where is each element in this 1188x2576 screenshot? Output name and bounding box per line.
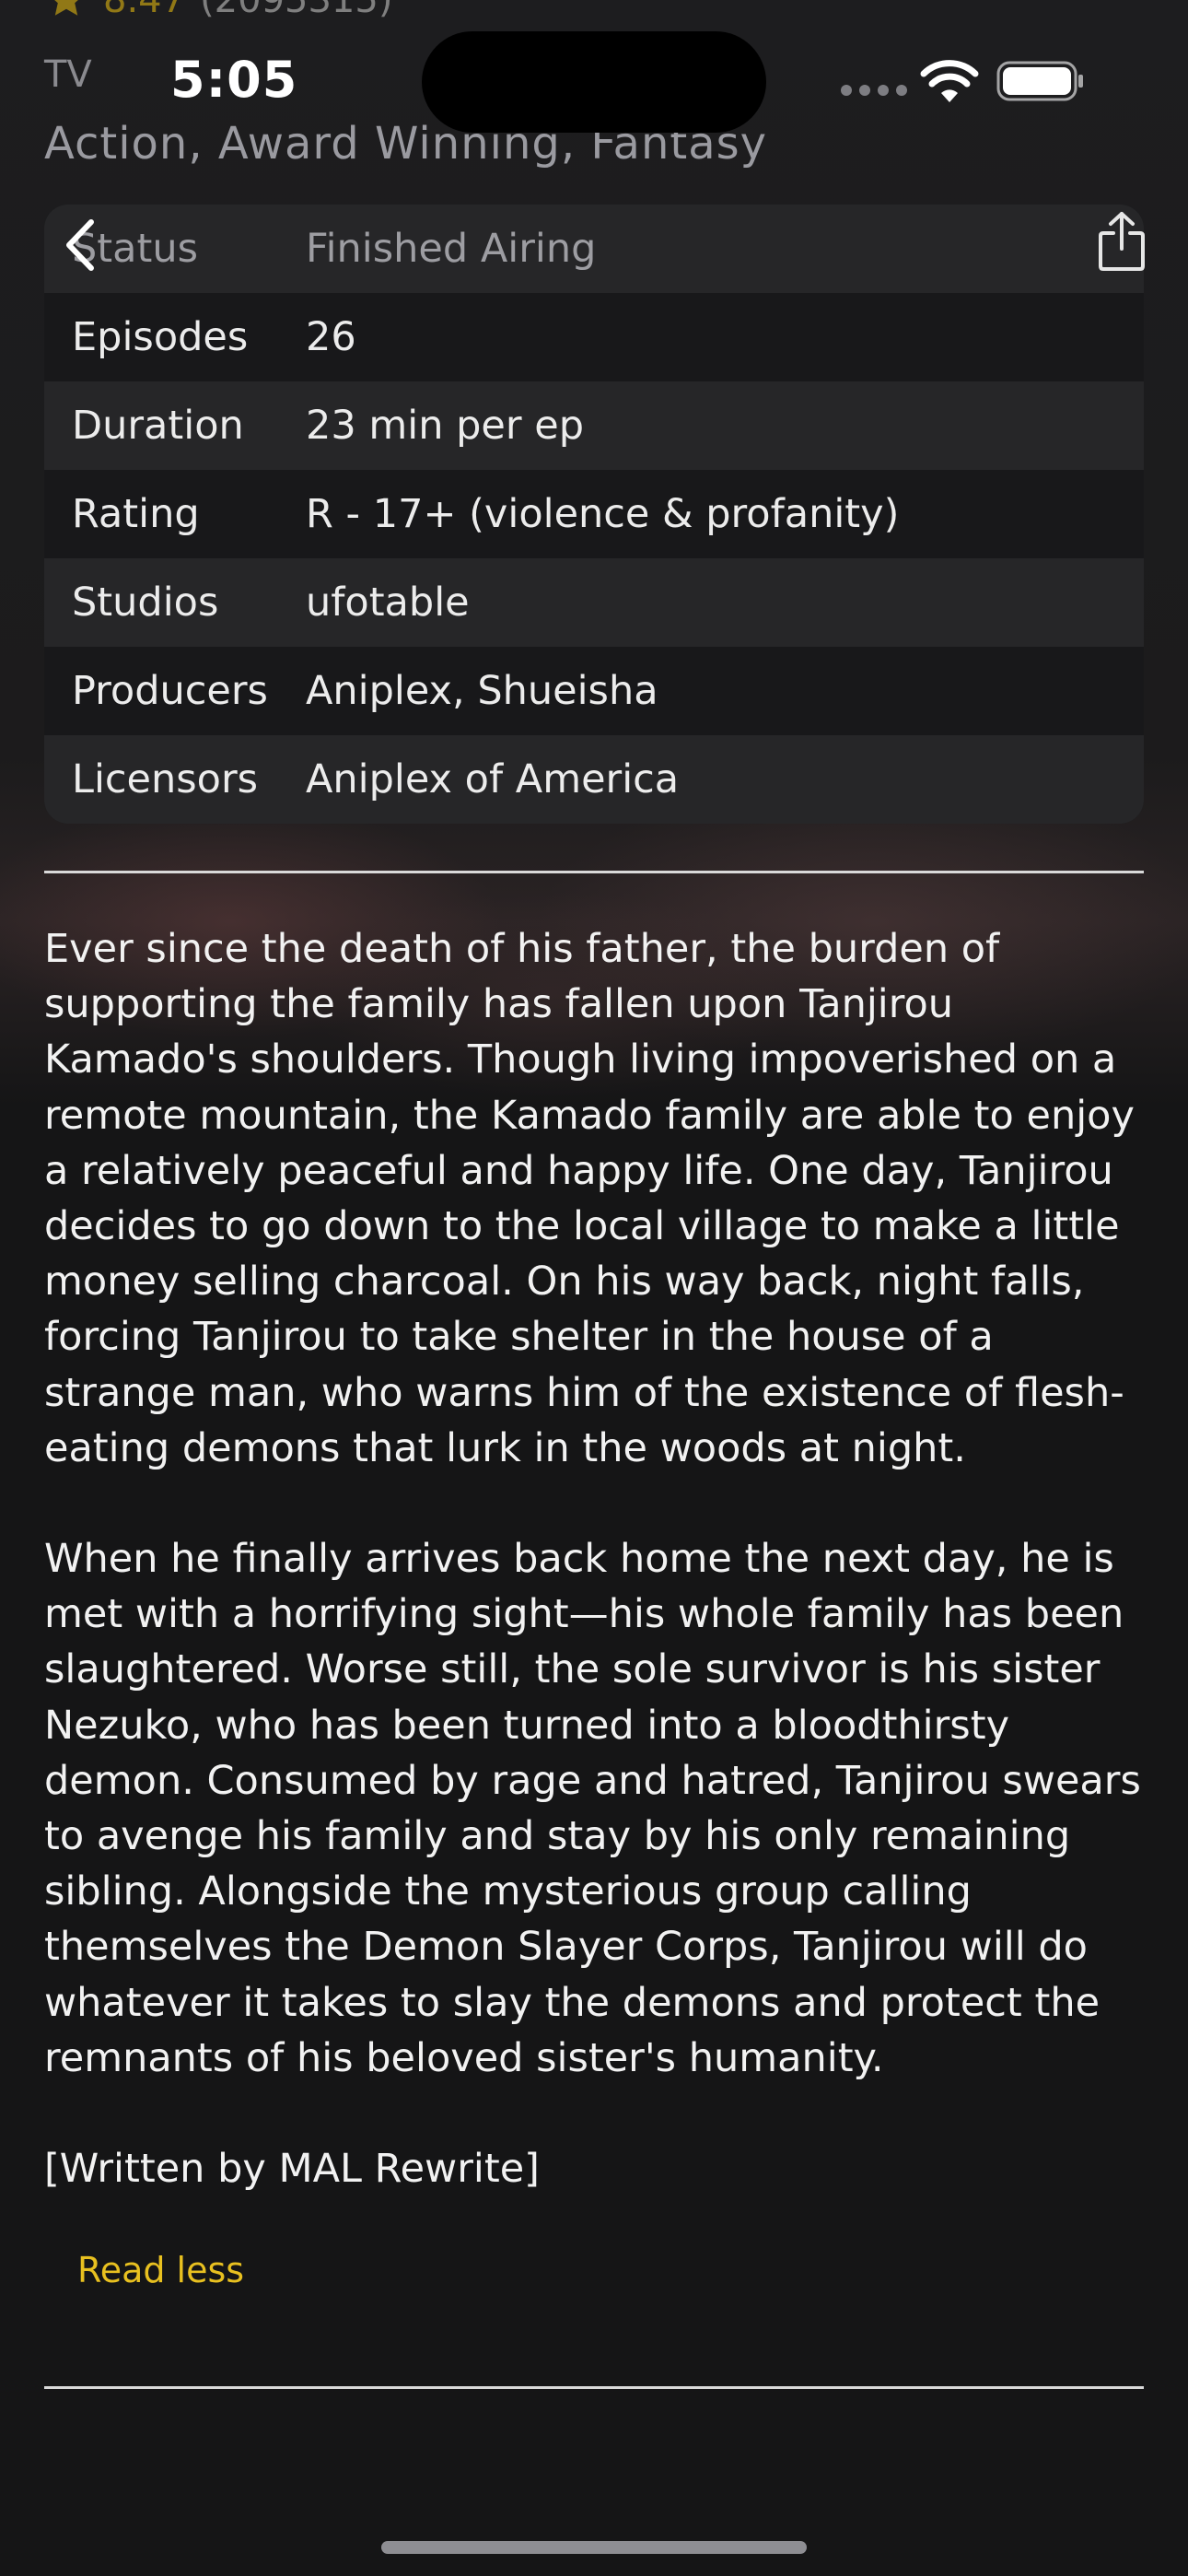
- section-divider: [44, 871, 1144, 873]
- share-icon: [1099, 212, 1145, 271]
- info-row-rating: Rating R - 17+ (violence & profanity): [44, 470, 1144, 558]
- info-row-status: Status Finished Airing: [44, 205, 1144, 293]
- section-divider: [44, 2386, 1144, 2389]
- info-value: ufotable: [306, 580, 470, 626]
- star-icon: [54, 0, 78, 16]
- share-button[interactable]: [1092, 205, 1151, 278]
- info-row-licensors: Licensors Aniplex of America: [44, 735, 1144, 824]
- read-less-button[interactable]: Read less: [77, 2250, 244, 2290]
- info-label: Rating: [72, 491, 200, 537]
- score-value: 8.47: [103, 0, 186, 21]
- anime-info-table: Status Finished Airing Episodes 26 Durat…: [44, 205, 1144, 824]
- info-label: Licensors: [72, 756, 259, 802]
- info-row-studios: Studios ufotable: [44, 558, 1144, 647]
- media-type-label: TV: [44, 53, 92, 96]
- synopsis-credit: [Written by MAL Rewrite]: [44, 2146, 540, 2193]
- cellular-signal-icon: [841, 85, 907, 96]
- info-value: 26: [306, 314, 356, 360]
- info-row-producers: Producers Aniplex, Shueisha: [44, 647, 1144, 735]
- synopsis-paragraph: When he finally arrives back home the ne…: [44, 1536, 1141, 2081]
- home-indicator[interactable]: [381, 2541, 807, 2554]
- info-row-duration: Duration 23 min per ep: [44, 381, 1144, 470]
- info-value: R - 17+ (violence & profanity): [306, 491, 900, 537]
- info-value: Aniplex of America: [306, 756, 680, 802]
- info-label: Duration: [72, 403, 244, 449]
- score-row: 8.47 (2095315): [44, 0, 392, 28]
- info-value: 23 min per ep: [306, 403, 584, 449]
- back-button[interactable]: [52, 208, 107, 282]
- chevron-left-icon: [66, 219, 94, 271]
- status-bar-time: 5:05: [170, 51, 298, 109]
- info-label: Studios: [72, 580, 219, 626]
- members-count: (2095315): [200, 0, 393, 21]
- info-row-episodes: Episodes 26: [44, 293, 1144, 381]
- info-label: Producers: [72, 668, 268, 714]
- info-label: Episodes: [72, 314, 249, 360]
- info-value: Finished Airing: [306, 226, 597, 272]
- dynamic-island: [422, 31, 766, 133]
- synopsis-paragraph: Ever since the death of his father, the …: [44, 926, 1135, 1471]
- battery-icon: [996, 61, 1083, 101]
- wifi-icon: [920, 60, 979, 102]
- info-value: Aniplex, Shueisha: [306, 668, 658, 714]
- synopsis-text: Ever since the death of his father, the …: [44, 921, 1149, 2196]
